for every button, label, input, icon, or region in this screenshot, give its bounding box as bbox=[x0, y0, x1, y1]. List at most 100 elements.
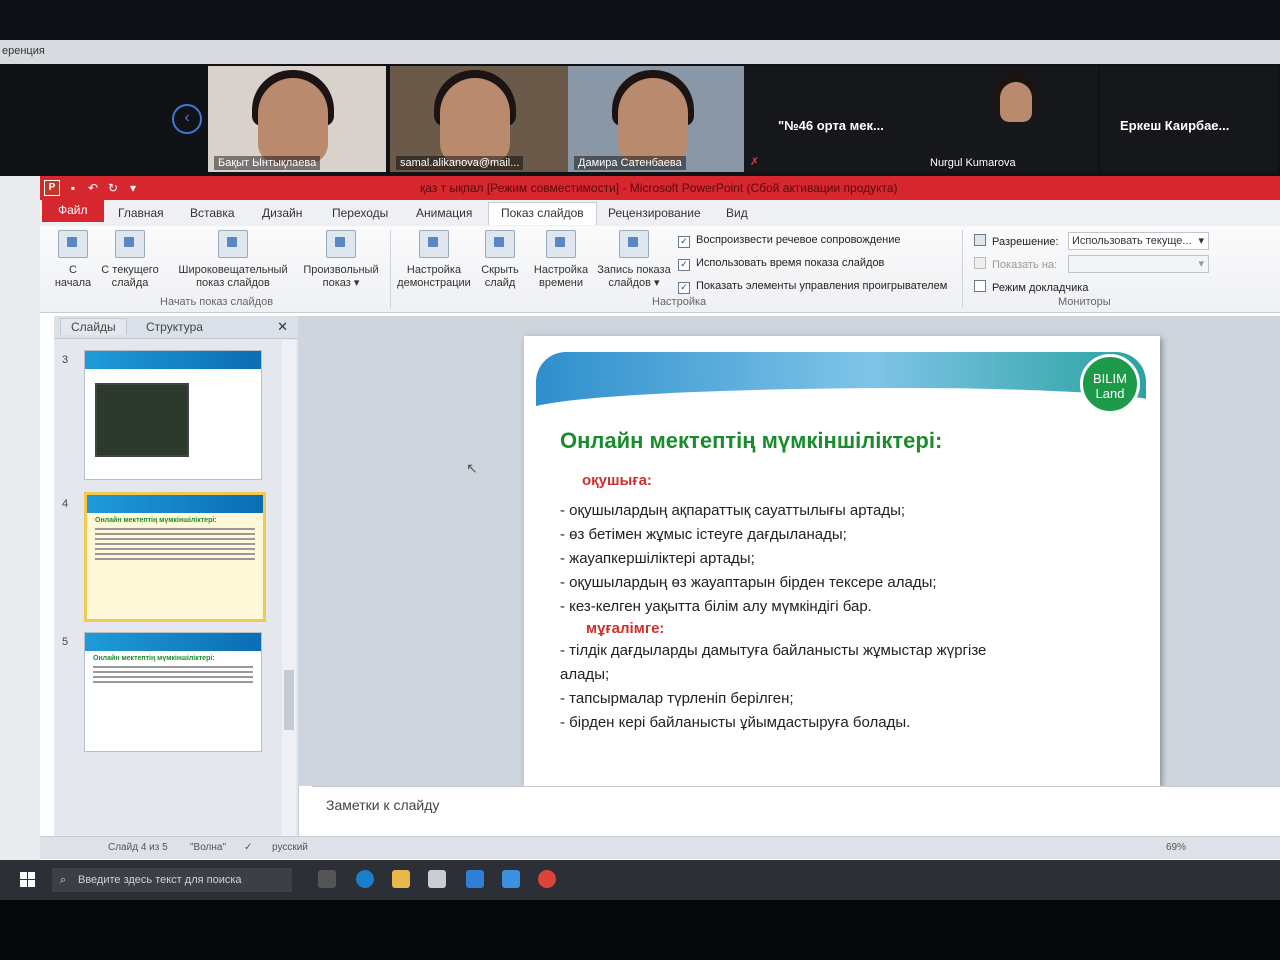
show-media-controls-checkbox[interactable]: ✓ Показать элементы управления проигрыват… bbox=[678, 280, 947, 294]
participant-name: Nurgul Kumarova bbox=[930, 157, 1016, 169]
powerpoint-icon[interactable]: P bbox=[44, 180, 60, 196]
from-current-slide-button[interactable]: С текущего слайда bbox=[96, 230, 164, 290]
close-icon[interactable]: ✕ bbox=[277, 319, 288, 335]
monitor-screen: еренция ‹ Бақыт Ынтықлаева samal.alikano… bbox=[0, 40, 1280, 900]
participant-name: Бақыт Ынтықлаева bbox=[214, 156, 321, 170]
custom-slideshow-button[interactable]: Произвольный показ ▾ bbox=[296, 230, 386, 290]
save-icon[interactable]: ▪ bbox=[66, 181, 80, 195]
checkbox-unchecked-icon bbox=[974, 280, 986, 292]
group-label-setup: Настройка bbox=[652, 296, 707, 308]
scrollbar-thumb[interactable] bbox=[284, 670, 294, 730]
slide-counter: Слайд 4 из 5 bbox=[108, 842, 168, 853]
task-view-icon[interactable] bbox=[318, 870, 336, 888]
tab-slide-show[interactable]: Показ слайдов bbox=[488, 202, 597, 225]
redo-icon[interactable]: ↻ bbox=[106, 181, 120, 195]
rehearse-timings-button[interactable]: Настройка времени bbox=[530, 230, 592, 290]
monitor-bezel bbox=[0, 900, 1280, 960]
quick-access-toolbar: P ▪ ↶ ↻ ▾ bbox=[40, 176, 140, 200]
mouse-pointer-icon: ↖ bbox=[466, 460, 478, 476]
participant-face bbox=[258, 78, 328, 164]
powerpoint-window: P ▪ ↶ ↻ ▾ қаз т ықпал [Режим совместимос… bbox=[40, 176, 1280, 866]
zoom-level[interactable]: 69% bbox=[1166, 842, 1186, 853]
zoom-app-icon[interactable] bbox=[502, 870, 520, 888]
ribbon-slide-show: С начала С текущего слайда Широковещател… bbox=[40, 226, 1280, 313]
participant-tile[interactable]: Бақыт Ынтықлаева bbox=[208, 66, 386, 172]
laptop-image bbox=[95, 383, 189, 457]
monitor-icon bbox=[974, 234, 986, 246]
participant-name: "№46 орта мек... bbox=[778, 118, 884, 133]
tab-transitions[interactable]: Переходы bbox=[322, 204, 398, 222]
participant-tile[interactable]: samal.alikanova@mail... bbox=[390, 66, 568, 172]
status-bar: Слайд 4 из 5 "Волна" ✓ русский 69% bbox=[40, 836, 1280, 859]
setup-show-button[interactable]: Настройка демонстрации bbox=[394, 230, 474, 290]
undo-icon[interactable]: ↶ bbox=[86, 181, 100, 195]
tab-file[interactable]: Файл bbox=[42, 200, 104, 222]
show-on-label: Показать на: bbox=[974, 257, 1057, 271]
conference-title-strip: еренция bbox=[0, 40, 1280, 65]
tab-outline[interactable]: Структура bbox=[136, 319, 213, 335]
file-explorer-icon[interactable] bbox=[392, 870, 410, 888]
bilimland-logo: BILIM Land bbox=[1080, 354, 1140, 414]
chrome-browser-icon[interactable] bbox=[538, 870, 556, 888]
broadcast-slideshow-button[interactable]: Широковещательный показ слайдов bbox=[170, 230, 296, 290]
participant-name: samal.alikanova@mail... bbox=[396, 156, 524, 170]
slide-thumbnail-selected[interactable]: Онлайн мектептің мүмкіншіліктері: bbox=[84, 492, 266, 622]
students-heading: оқушыға: bbox=[582, 472, 652, 489]
broadcast-icon bbox=[218, 230, 248, 258]
tab-animations[interactable]: Анимация bbox=[406, 204, 482, 222]
search-icon: ⌕ bbox=[60, 874, 67, 886]
checkbox-checked-icon: ✓ bbox=[678, 282, 690, 294]
tab-home[interactable]: Главная bbox=[108, 204, 174, 222]
resolution-label: Разрешение: bbox=[974, 234, 1059, 248]
teachers-heading: мұғалімге: bbox=[586, 620, 665, 637]
title-bar: P ▪ ↶ ↻ ▾ қаз т ықпал [Режим совместимос… bbox=[40, 176, 1280, 200]
pane-scrollbar[interactable] bbox=[282, 340, 296, 840]
participant-tile[interactable]: Nurgul Kumarova bbox=[920, 66, 1098, 172]
participant-tile[interactable]: Еркеш Каирбае... bbox=[1100, 66, 1278, 172]
tab-insert[interactable]: Вставка bbox=[180, 204, 245, 222]
participant-tile[interactable]: Дамира Сатенбаева bbox=[568, 66, 746, 172]
mail-icon[interactable] bbox=[466, 870, 484, 888]
hide-slide-button[interactable]: Скрыть слайд bbox=[476, 230, 524, 290]
window-title: қаз т ықпал [Режим совместимости] - Micr… bbox=[420, 181, 898, 195]
tab-review[interactable]: Рецензирование bbox=[598, 204, 711, 222]
bullet-item: - бірден кері байланысты ұйымдастыруға б… bbox=[560, 714, 911, 731]
tab-view[interactable]: Вид bbox=[716, 204, 758, 222]
use-timings-checkbox[interactable]: ✓ Использовать время показа слайдов bbox=[678, 257, 884, 271]
thumbnail-title: Онлайн мектептің мүмкіншіліктері: bbox=[93, 655, 215, 662]
taskbar-search-box[interactable]: ⌕ Введите здесь текст для поиска bbox=[52, 868, 292, 892]
windows-start-icon[interactable] bbox=[20, 872, 36, 888]
slide-thumbnail[interactable] bbox=[84, 350, 262, 480]
checkbox-checked-icon: ✓ bbox=[678, 236, 690, 248]
slide-number: 3 bbox=[62, 354, 69, 366]
notes-area[interactable]: Заметки к слайду bbox=[312, 786, 1280, 822]
current-slide[interactable]: BILIM Land Онлайн мектептің мүмкіншілікт… bbox=[524, 336, 1160, 786]
show-on-select[interactable]: ▾ bbox=[1068, 255, 1209, 273]
customize-toolbar-icon[interactable]: ▾ bbox=[126, 181, 140, 195]
record-timer-icon bbox=[619, 230, 649, 258]
slide-editor: BILIM Land Онлайн мектептің мүмкіншілікт… bbox=[298, 316, 1280, 786]
play-narrations-checkbox[interactable]: ✓ Воспроизвести речевое сопровождение bbox=[678, 234, 901, 248]
thumbnail-title: Онлайн мектептің мүмкіншіліктері: bbox=[95, 517, 217, 524]
tab-design[interactable]: Дизайн bbox=[252, 204, 312, 222]
hide-slide-icon bbox=[485, 230, 515, 258]
bullet-item-continued: алады; bbox=[560, 666, 610, 683]
chevron-down-icon: ▾ bbox=[1198, 258, 1204, 270]
tab-slides[interactable]: Слайды bbox=[60, 318, 127, 335]
slide-thumbnail[interactable]: Онлайн мектептің мүмкіншіліктері: bbox=[84, 632, 262, 752]
previous-participants-button[interactable]: ‹ bbox=[172, 104, 202, 134]
theme-name: "Волна" bbox=[190, 842, 227, 853]
language-indicator[interactable]: русский bbox=[272, 842, 308, 853]
presenter-view-checkbox[interactable]: Режим докладчика bbox=[974, 280, 1088, 294]
from-beginning-button[interactable]: С начала bbox=[50, 230, 96, 290]
setup-show-icon bbox=[419, 230, 449, 258]
store-icon[interactable] bbox=[428, 870, 446, 888]
resolution-select[interactable]: Использовать текуще... ▾ bbox=[1068, 232, 1209, 250]
participant-tile[interactable]: "№46 орта мек... ✗ bbox=[744, 66, 922, 172]
group-divider bbox=[390, 230, 391, 308]
group-divider bbox=[962, 230, 963, 308]
participant-face bbox=[440, 78, 510, 164]
edge-browser-icon[interactable] bbox=[356, 870, 374, 888]
spellcheck-icon[interactable]: ✓ bbox=[244, 842, 252, 853]
record-slideshow-button[interactable]: Запись показа слайдов ▾ bbox=[594, 230, 674, 290]
